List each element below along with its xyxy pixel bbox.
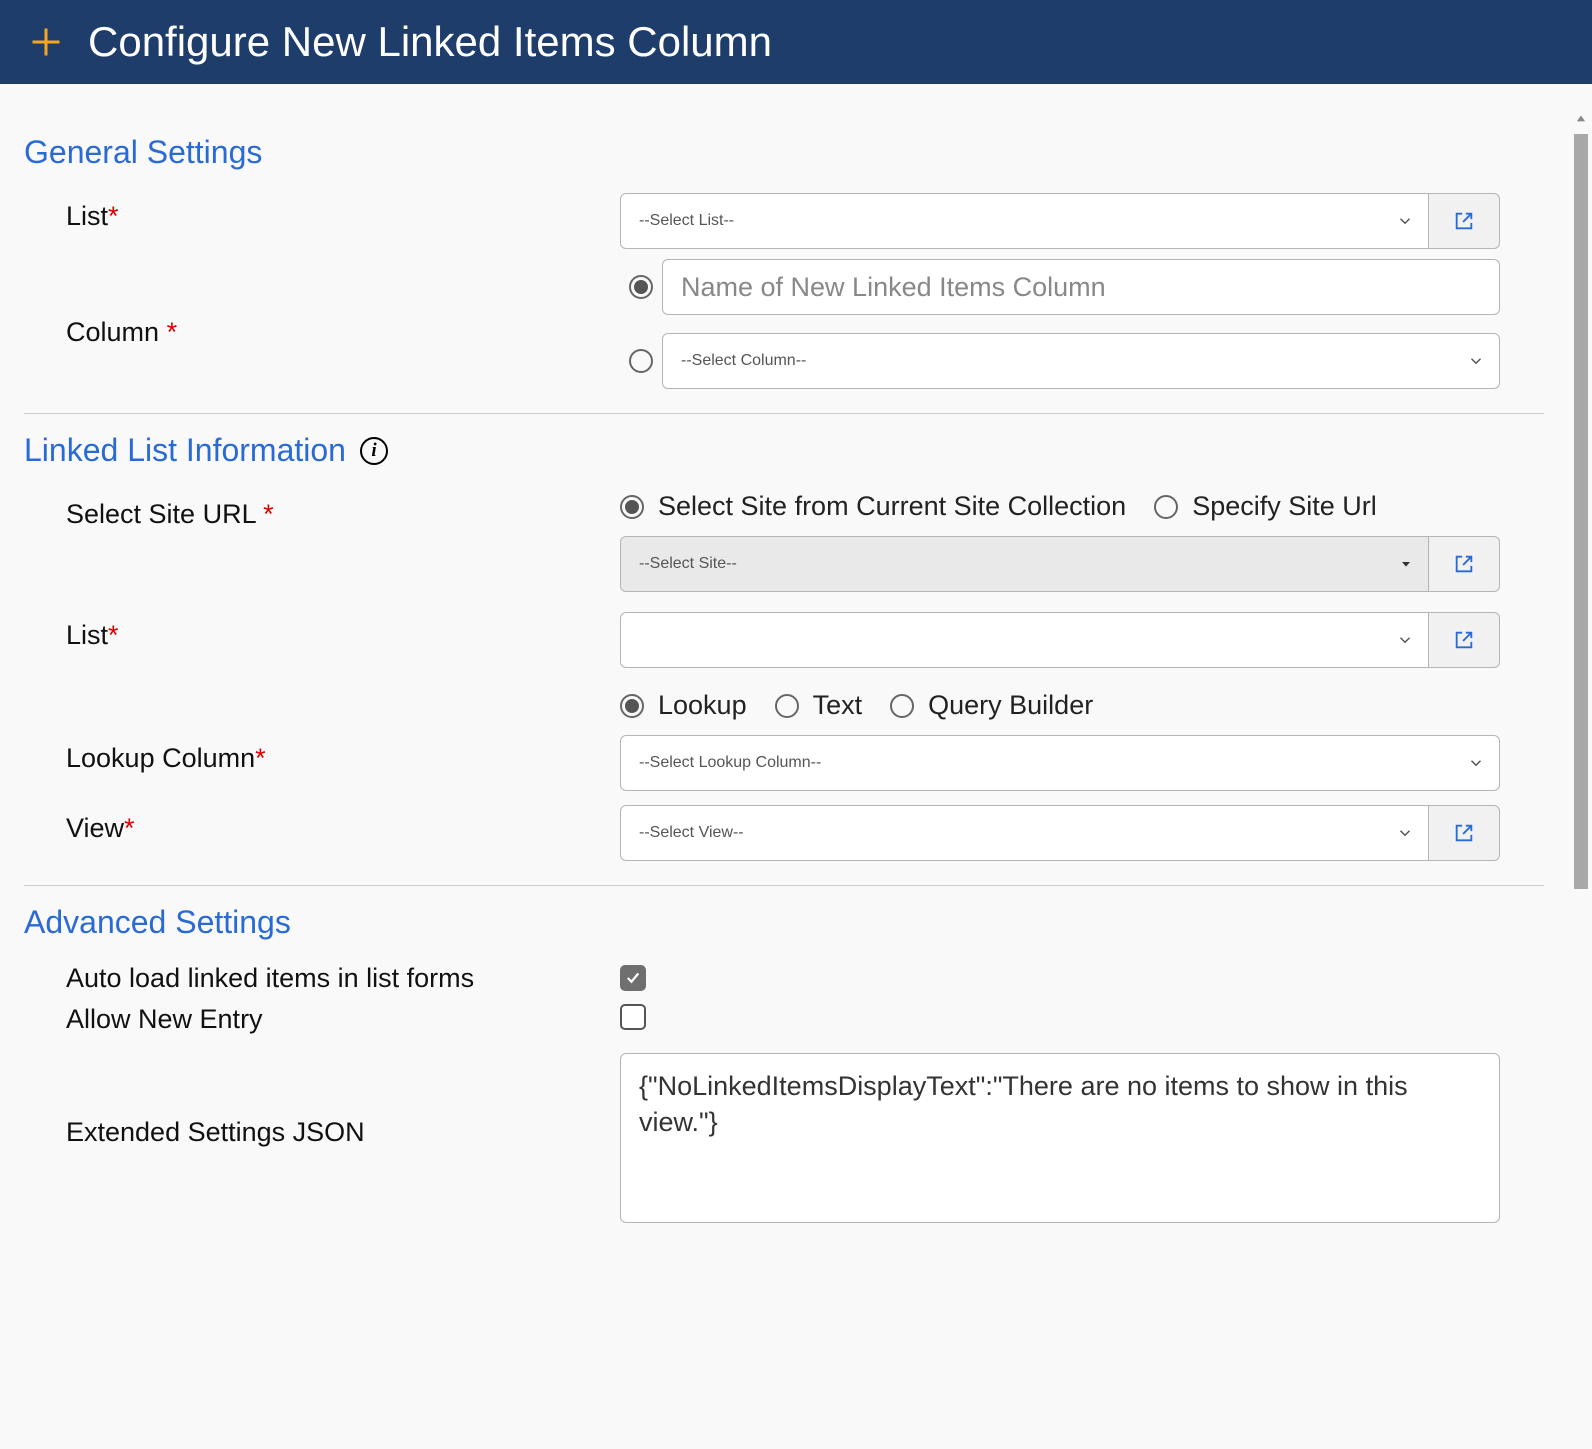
section-title-general: General Settings [24,134,1544,171]
view-select-value: --Select View-- [639,824,744,842]
radio-specify-url[interactable] [1154,495,1178,519]
radio-lookup-label: Lookup [658,690,747,721]
label-view: View* [66,805,620,844]
existing-column-select[interactable]: --Select Column-- [662,333,1500,389]
allow-new-checkbox[interactable] [620,1004,646,1030]
required-marker: * [255,743,266,773]
radio-text[interactable] [775,694,799,718]
label-site-url: Select Site URL * [66,491,620,530]
list-select-value: --Select List-- [639,212,734,230]
section-title-linked-text: Linked List Information [24,432,346,469]
label-lookup-column: Lookup Column* [66,735,620,774]
label-column: Column * [66,259,620,348]
label-linked-list-text: List [66,620,108,650]
required-marker: * [108,201,119,231]
radio-existing-column[interactable] [629,349,653,373]
section-divider [24,413,1544,414]
plus-icon [28,24,64,60]
section-divider [24,885,1544,886]
label-allow-new: Allow New Entry [66,1004,620,1035]
info-icon[interactable]: i [360,437,388,465]
required-marker: * [167,317,178,347]
open-view-external-button[interactable] [1428,805,1500,861]
page-title: Configure New Linked Items Column [88,18,772,66]
label-linked-list: List* [66,612,620,651]
label-list-text: List [66,201,108,231]
section-title-linked: Linked List Information i [24,432,1544,469]
label-view-text: View [66,813,124,843]
chevron-down-icon [1396,631,1414,649]
label-column-text: Column [66,317,159,347]
required-marker: * [108,620,119,650]
label-ext-json: Extended Settings JSON [66,1053,620,1148]
chevron-down-icon [1467,352,1485,370]
open-site-external-button[interactable] [1428,536,1500,592]
radio-text-label: Text [813,690,863,721]
view-select[interactable]: --Select View-- [620,805,1429,861]
radio-lookup[interactable] [620,694,644,718]
required-marker: * [263,499,274,529]
radio-specify-url-label: Specify Site Url [1192,491,1377,522]
existing-column-select-value: --Select Column-- [681,352,806,370]
section-linked: Linked List Information i Select Site UR… [24,432,1544,886]
lookup-column-select[interactable]: --Select Lookup Column-- [620,735,1500,791]
radio-site-collection[interactable] [620,495,644,519]
section-title-advanced: Advanced Settings [24,904,1544,941]
scroll-up-icon[interactable] [1570,108,1592,130]
new-column-name-input[interactable] [662,259,1500,315]
scrollbar[interactable] [1570,108,1592,1449]
chevron-down-icon [1467,754,1485,772]
label-site-url-text: Select Site URL [66,499,256,529]
required-marker: * [124,813,135,843]
linked-list-select[interactable] [620,612,1429,668]
radio-query-builder-label: Query Builder [928,690,1093,721]
extended-settings-json-textarea[interactable] [620,1053,1500,1223]
section-general: General Settings List* --Select List-- [24,134,1544,414]
header: Configure New Linked Items Column [0,0,1592,84]
radio-query-builder[interactable] [890,694,914,718]
site-select[interactable]: --Select Site-- [620,536,1429,592]
auto-load-checkbox[interactable] [620,965,646,991]
radio-new-column[interactable] [629,275,653,299]
label-lookup-column-text: Lookup Column [66,743,255,773]
lookup-column-select-value: --Select Lookup Column-- [639,754,821,772]
radio-site-collection-label: Select Site from Current Site Collection [658,491,1126,522]
open-list-external-button[interactable] [1428,193,1500,249]
list-select[interactable]: --Select List-- [620,193,1429,249]
triangle-down-icon [1398,556,1414,572]
chevron-down-icon [1396,212,1414,230]
chevron-down-icon [1396,824,1414,842]
site-select-value: --Select Site-- [639,555,737,573]
label-auto-load: Auto load linked items in list forms [66,963,620,994]
open-linked-list-external-button[interactable] [1428,612,1500,668]
scrollbar-thumb[interactable] [1574,134,1588,889]
label-list: List* [66,193,620,232]
section-advanced: Advanced Settings Auto load linked items… [24,904,1544,1228]
